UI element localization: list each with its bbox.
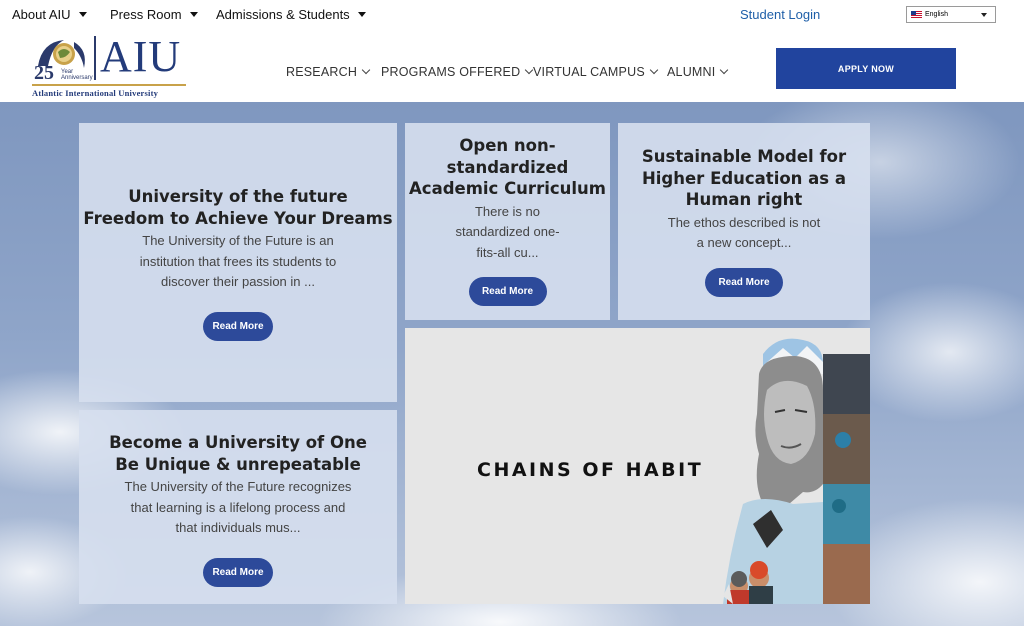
chevron-down-icon (649, 65, 659, 75)
card-text-line: The University of the Future recognizes (124, 479, 352, 494)
promo-title: CHAINS OF HABIT (477, 459, 704, 481)
feature-card-sustainable-model: Sustainable Model for Higher Education a… (618, 123, 870, 320)
card-text-line: The University of the Future is an (142, 233, 334, 248)
card-text-line: a new concept... (696, 235, 792, 250)
card-text-line: institution that frees its students to (139, 253, 337, 269)
nav-label: RESEARCH (286, 65, 358, 79)
read-more-button[interactable]: Read More (203, 311, 273, 341)
nav-label: VIRTUAL CAMPUS (533, 65, 645, 79)
card-excerpt: The ethos described is not a new concept… (668, 213, 820, 254)
site-header: 25 Year Anniversary AIU Atlantic Interna… (0, 30, 1024, 102)
card-text-line: standardized one- (455, 224, 560, 239)
feature-card-open-curriculum: Open non- standardized Academic Curricul… (405, 123, 610, 320)
card-title-line: Sustainable Model for (641, 147, 847, 166)
language-select[interactable]: English (906, 6, 996, 23)
card-title-line: Open non- (459, 136, 556, 155)
card-title-line: Become a University of One (109, 433, 367, 452)
anniversary-number: 25 (34, 62, 54, 84)
logo-wordmark: AIU (100, 32, 182, 81)
card-title-line: Human right (685, 190, 803, 209)
nav-programs-offered[interactable]: PROGRAMS OFFERED (381, 65, 534, 79)
card-title-line: University of the future (128, 187, 348, 206)
us-flag-icon (911, 11, 922, 18)
hero-section: University of the future Freedom to Achi… (0, 102, 1024, 626)
feature-card-university-of-one: Become a University of One Be Unique & u… (79, 410, 397, 604)
top-utility-bar: About AIU Press Room Admissions & Studen… (0, 0, 1024, 30)
caret-down-icon (189, 12, 198, 17)
card-text-line: There is no (474, 203, 541, 219)
card-excerpt: The University of the Future recognizes … (125, 477, 352, 539)
promo-banner[interactable]: CHAINS OF HABIT (405, 328, 870, 604)
nav-virtual-campus[interactable]: VIRTUAL CAMPUS (533, 65, 659, 79)
nav-label: PROGRAMS OFFERED (381, 65, 521, 79)
aiu-logo[interactable]: 25 Year Anniversary AIU Atlantic Interna… (26, 32, 192, 100)
logo-underline (32, 84, 186, 86)
menu-about-aiu[interactable]: About AIU (12, 7, 87, 22)
logo-divider (94, 36, 96, 80)
card-text-line: that individuals mus... (175, 520, 301, 535)
card-text-line: discover their passion in ... (161, 274, 315, 289)
card-text-line: The ethos described is not (667, 214, 821, 230)
language-selected-value: English (925, 11, 948, 18)
nav-research[interactable]: RESEARCH (286, 65, 371, 79)
apply-now-button[interactable]: APPLY NOW (776, 48, 956, 89)
climber-collage-image (723, 338, 870, 604)
card-title: Sustainable Model for Higher Education a… (642, 146, 846, 211)
card-title: Become a University of One Be Unique & u… (109, 432, 367, 475)
chevron-down-icon (720, 65, 729, 75)
read-more-button[interactable]: Read More (203, 557, 273, 587)
nav-alumni[interactable]: ALUMNI (667, 65, 729, 79)
card-title-line: Academic Curriculum (409, 179, 606, 198)
logo-full-name: Atlantic International University (32, 88, 159, 98)
card-text-line: fits-all cu... (476, 244, 539, 260)
card-title-line: standardized (446, 157, 569, 177)
card-title-line: Higher Education as a (641, 168, 847, 188)
anniversary-text: Year Anniversary (61, 69, 93, 81)
read-more-button[interactable]: Read More (468, 277, 547, 306)
caret-down-icon (357, 12, 366, 17)
chevron-down-icon (361, 65, 371, 75)
menu-press-room[interactable]: Press Room (110, 7, 198, 22)
card-text-line: that learning is a lifelong process and (130, 499, 346, 515)
card-title-line: Be Unique & unrepeatable (115, 454, 361, 474)
menu-label: About AIU (12, 7, 71, 22)
card-title: Open non- standardized Academic Curricul… (409, 135, 606, 200)
menu-label: Admissions & Students (216, 7, 350, 22)
feature-card-university-of-future: University of the future Freedom to Achi… (79, 123, 397, 402)
caret-down-icon (78, 12, 87, 17)
card-title: University of the future Freedom to Achi… (83, 186, 392, 229)
card-excerpt: The University of the Future is an insti… (140, 231, 337, 293)
dropdown-arrow-icon (981, 13, 987, 17)
card-excerpt: There is no standardized one- fits-all c… (455, 202, 559, 264)
card-title-line: Freedom to Achieve Your Dreams (83, 208, 393, 228)
read-more-button[interactable]: Read More (705, 267, 783, 297)
menu-admissions-students[interactable]: Admissions & Students (216, 7, 366, 22)
menu-label: Press Room (110, 7, 182, 22)
nav-label: ALUMNI (667, 65, 716, 79)
student-login-link[interactable]: Student Login (740, 7, 820, 22)
